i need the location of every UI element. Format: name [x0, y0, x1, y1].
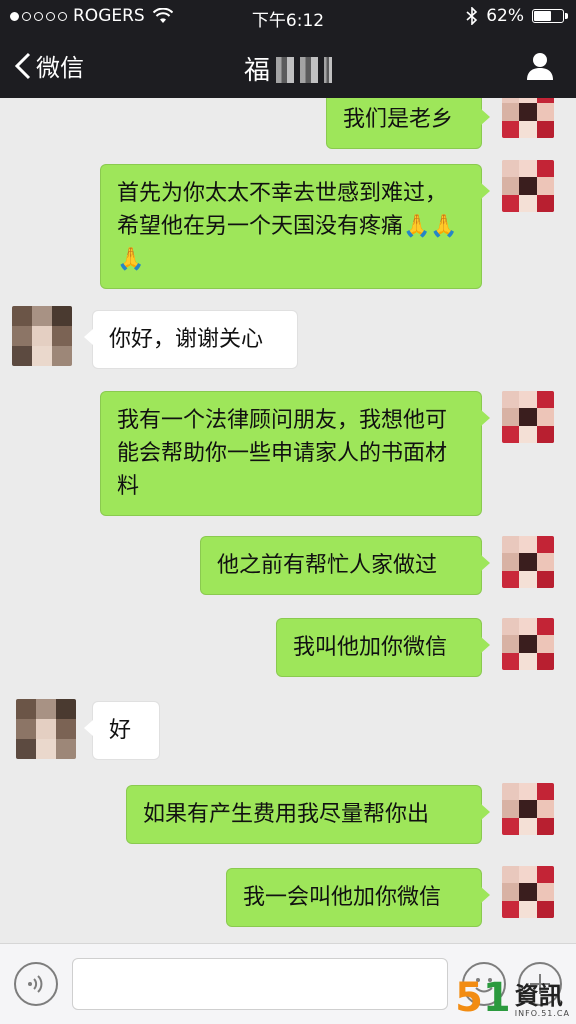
watermark-name: 資訊: [514, 982, 563, 1010]
my-avatar[interactable]: [502, 783, 554, 835]
status-bar: ROGERS 下午6:12 62%: [0, 0, 576, 32]
voice-icon: [28, 975, 43, 993]
nav-bar: 微信 福: [0, 36, 576, 96]
chat-title: 福: [0, 50, 576, 87]
message-bubble[interactable]: 他之前有帮忙人家做过: [200, 536, 490, 595]
contact-avatar[interactable]: [12, 306, 72, 366]
chat-history[interactable]: 我们是老乡 首先为你太太不幸去世感到难过，希望他在另一个天国没有疼痛🙏🙏🙏 你好…: [0, 98, 576, 938]
chat-title-text: 福: [243, 56, 270, 86]
my-avatar[interactable]: [502, 98, 554, 138]
message-input[interactable]: [72, 958, 448, 1010]
watermark-digit-five: 5: [455, 975, 483, 1021]
battery-level: [534, 11, 551, 21]
my-avatar[interactable]: [502, 618, 554, 670]
watermark-text: 資訊 INFO.51.CA: [515, 983, 570, 1018]
message-bubble[interactable]: 好: [84, 701, 160, 760]
my-avatar[interactable]: [502, 391, 554, 443]
site-watermark-logo: 5 1 資訊 INFO.51.CA: [455, 978, 570, 1018]
battery-percent: 62%: [486, 6, 524, 26]
message-bubble[interactable]: 如果有产生费用我尽量帮你出: [126, 785, 490, 844]
contact-avatar[interactable]: [16, 699, 76, 759]
watermark-url: INFO.51.CA: [514, 1009, 570, 1018]
my-avatar[interactable]: [502, 536, 554, 588]
bluetooth-icon: [466, 7, 478, 25]
blurred-name: [300, 57, 318, 83]
blurred-name: [276, 57, 294, 83]
input-bar: 5 1 資訊 INFO.51.CA: [0, 943, 576, 1024]
my-avatar[interactable]: [502, 160, 554, 212]
message-bubble[interactable]: 我一会叫他加你微信: [226, 868, 490, 927]
message-bubble[interactable]: 我叫他加你微信: [276, 618, 490, 677]
message-bubble[interactable]: 你好，谢谢关心: [84, 310, 298, 369]
contact-profile-icon[interactable]: [524, 50, 556, 82]
voice-input-button[interactable]: [14, 962, 58, 1006]
message-bubble[interactable]: 我们是老乡: [326, 98, 490, 149]
status-right: 62%: [466, 6, 568, 26]
message-bubble[interactable]: 我有一个法律顾问朋友，我想他可能会帮助你一些申请家人的书面材料: [100, 391, 490, 516]
message-bubble[interactable]: 首先为你太太不幸去世感到难过，希望他在另一个天国没有疼痛🙏🙏🙏: [100, 164, 490, 289]
battery-icon: [532, 9, 568, 23]
watermark-digit-one: 1: [482, 975, 511, 1021]
top-bar: ROGERS 下午6:12 62% 微信 福: [0, 0, 576, 98]
blurred-name: [324, 57, 332, 83]
my-avatar[interactable]: [502, 866, 554, 918]
